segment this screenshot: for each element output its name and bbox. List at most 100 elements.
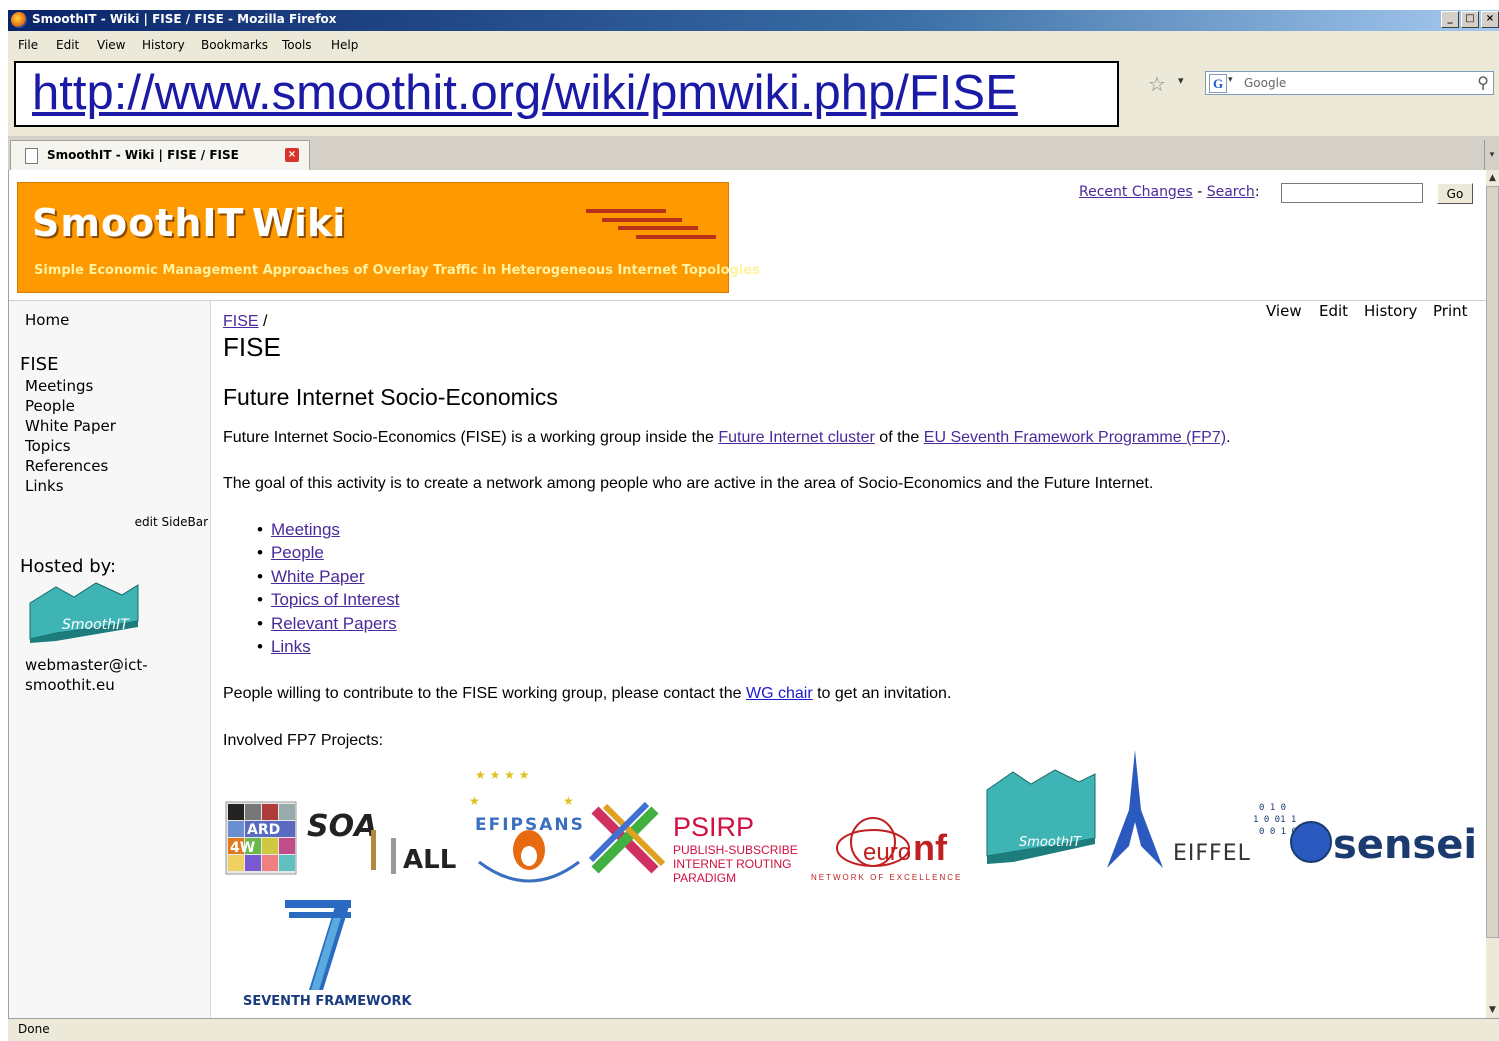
eiffel-logo[interactable]: EIFFEL	[1107, 750, 1251, 868]
menu-help[interactable]: Help	[331, 38, 358, 52]
address-url[interactable]: http://www.smoothit.org/wiki/pmwiki.php/…	[32, 65, 1018, 121]
sidebar-item-links[interactable]: Links	[25, 477, 64, 495]
euronf-sub: NETWORK OF EXCELLENCE	[811, 873, 962, 882]
banner-subtitle: Simple Economic Management Approaches of…	[34, 263, 760, 278]
webmaster-email-line1: webmaster@ict-	[25, 656, 148, 674]
relevant-papers-link[interactable]: Relevant Papers	[271, 614, 397, 633]
search-box[interactable]: G ▾ Google ⚲	[1205, 71, 1494, 95]
sidebar-item-meetings[interactable]: Meetings	[25, 377, 93, 395]
intro-text-mid: of the	[874, 429, 924, 446]
menu-tools[interactable]: Tools	[282, 38, 312, 52]
sidebar-group-title[interactable]: FISE	[20, 354, 58, 375]
x-project-logo[interactable]	[588, 801, 666, 874]
future-internet-cluster-link[interactable]: Future Internet cluster	[718, 429, 875, 446]
contribute-paragraph: People willing to contribute to the FISE…	[223, 685, 951, 703]
scroll-up-icon[interactable]: ▲	[1486, 170, 1499, 186]
close-tab-icon[interactable]: ×	[285, 148, 299, 162]
psirp-sub3: PARADIGM	[673, 871, 736, 885]
psirp-sub1: PUBLISH-SUBSCRIBE	[673, 843, 798, 857]
engine-dropdown-icon[interactable]: ▾	[1228, 75, 1233, 85]
minimize-button[interactable]: _	[1441, 11, 1459, 28]
sidebar-item-references[interactable]: References	[25, 457, 108, 475]
menu-view[interactable]: View	[97, 38, 125, 52]
search-placeholder[interactable]: Google	[1244, 76, 1286, 90]
euronf-euro: euro	[863, 839, 911, 866]
go-button[interactable]: Go	[1437, 183, 1473, 204]
edit-sidebar-link[interactable]: edit SideBar	[135, 515, 208, 529]
wiki-banner[interactable]: SmoothIT Wiki Simple Economic Management…	[17, 182, 760, 293]
white-paper-link[interactable]: White Paper	[271, 567, 365, 586]
action-view[interactable]: View	[1266, 302, 1302, 320]
breadcrumb: FISE /	[223, 313, 267, 331]
contribute-text-start: People willing to contribute to the FISE…	[223, 685, 746, 702]
meetings-link[interactable]: Meetings	[271, 520, 340, 539]
wiki-search-input[interactable]	[1281, 183, 1423, 203]
intro-paragraph: Future Internet Socio-Economics (FISE) i…	[223, 429, 1231, 447]
fp7-link[interactable]: EU Seventh Framework Programme (FP7)	[924, 429, 1226, 446]
list-item: White Paper	[257, 567, 399, 590]
intro-text-end: .	[1226, 429, 1231, 446]
menu-file[interactable]: File	[18, 38, 38, 52]
efipsans-logo[interactable]: ★ ★ ★ ★ ★ ★ EFIPSANS	[469, 768, 585, 883]
hosted-by-heading: Hosted by:	[20, 556, 117, 577]
close-window-button[interactable]: ×	[1481, 11, 1499, 28]
maximize-button[interactable]: □	[1461, 11, 1479, 28]
history-dropdown-icon[interactable]: ▾	[1178, 74, 1184, 87]
smoothit-logo-small[interactable]: SmoothIT	[26, 581, 146, 646]
sensei-logo[interactable]: 0 1 0 1 0 01 1 0 0 1 0 sensei	[1253, 803, 1477, 868]
page-title: FISE	[223, 332, 281, 362]
tab-list-dropdown-icon[interactable]: ▾	[1484, 140, 1499, 170]
sidebar-item-white-paper[interactable]: White Paper	[25, 417, 116, 435]
menu-bar: File Edit View History Bookmarks Tools H…	[8, 31, 1499, 59]
menu-bookmarks[interactable]: Bookmarks	[201, 38, 268, 52]
sidebar: Home FISE Meetings People White Paper To…	[9, 301, 211, 1018]
psirp-logo[interactable]: PSIRP PUBLISH-SUBSCRIBE INTERNET ROUTING…	[673, 812, 798, 885]
scroll-down-icon[interactable]: ▼	[1486, 1002, 1499, 1018]
scrollbar-thumb[interactable]	[1486, 186, 1499, 938]
banner-stripe	[618, 226, 698, 230]
menu-history[interactable]: History	[142, 38, 185, 52]
svg-text:★: ★	[469, 794, 480, 808]
action-edit[interactable]: Edit	[1319, 302, 1348, 320]
people-link[interactable]: People	[271, 543, 324, 562]
vertical-scrollbar[interactable]: ▲ ▼	[1486, 170, 1499, 1018]
document-icon	[25, 148, 38, 164]
fp7-logo[interactable]: SEVENTH FRAMEWORK	[243, 900, 413, 1009]
ard4w-logo[interactable]: ARD 4W	[225, 801, 297, 875]
svg-text:★: ★	[563, 794, 574, 808]
breadcrumb-fise-link[interactable]: FISE	[223, 313, 259, 330]
sidebar-item-home[interactable]: Home	[25, 311, 69, 329]
action-history[interactable]: History	[1364, 302, 1417, 320]
recent-changes-link[interactable]: Recent Changes	[1079, 184, 1193, 200]
address-bar[interactable]: http://www.smoothit.org/wiki/pmwiki.php/…	[14, 61, 1119, 127]
sidebar-item-topics[interactable]: Topics	[25, 437, 71, 455]
links-link[interactable]: Links	[271, 637, 311, 656]
google-engine-icon[interactable]: G	[1209, 74, 1227, 93]
sensei-text: sensei	[1333, 822, 1477, 868]
sidebar-item-people[interactable]: People	[25, 397, 75, 415]
soa4all-logo[interactable]: SOA ALL	[307, 809, 456, 875]
tab-smoothit-wiki[interactable]: SmoothIT - Wiki | FISE / FISE ×	[10, 140, 310, 170]
wg-chair-link[interactable]: WG chair	[746, 685, 813, 702]
list-item: Topics of Interest	[257, 590, 400, 613]
action-print[interactable]: Print	[1433, 302, 1468, 320]
topics-of-interest-link[interactable]: Topics of Interest	[271, 590, 400, 609]
banner-title-wiki: Wiki	[252, 201, 346, 245]
search-link[interactable]: Search	[1207, 184, 1255, 200]
banner-stripe	[586, 209, 666, 213]
psirp-text: PSIRP	[673, 812, 754, 842]
project-logos: ARD 4W SOA ALL ★ ★ ★ ★ ★ ★ EFIPSANS PSIR…	[225, 750, 1477, 1009]
menu-edit[interactable]: Edit	[56, 38, 79, 52]
topic-links-list: Meetings People White Paper Topics of In…	[257, 520, 400, 660]
bookmark-star-icon[interactable]: ☆	[1148, 72, 1166, 96]
smoothit-logo-small-text: SmoothIT	[62, 617, 130, 633]
psirp-sub2: INTERNET ROUTING	[673, 857, 791, 871]
tab-label: SmoothIT - Wiki | FISE / FISE	[47, 148, 239, 162]
euronf-logo[interactable]: euro nf NETWORK OF EXCELLENCE	[811, 817, 962, 882]
header-divider	[9, 300, 1487, 301]
breadcrumb-separator: /	[263, 313, 268, 330]
smoothit-logo[interactable]: SmoothIT	[986, 769, 1096, 864]
search-magnifier-icon[interactable]: ⚲	[1477, 73, 1489, 92]
soa-text: SOA	[307, 809, 377, 844]
all-text: ALL	[403, 845, 456, 875]
